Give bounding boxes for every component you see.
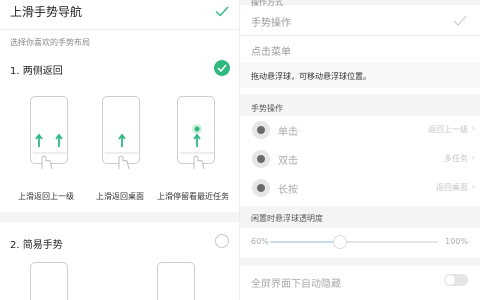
gesture-row-single-tap[interactable]: 单击 返回上一级 › — [240, 117, 480, 142]
selected-check-icon[interactable] — [214, 60, 230, 76]
section-band — [240, 258, 480, 266]
radio-icon — [252, 179, 270, 197]
gesture-value: 多任务 — [444, 154, 468, 163]
gesture-value: 返回桌面 — [436, 183, 468, 192]
gesture-label: 单击 — [278, 127, 298, 138]
slider-fill — [270, 241, 340, 243]
phone-illustration — [177, 96, 215, 170]
auto-hide-label: 全屏界面下自动隐藏 — [251, 279, 341, 290]
section-opacity: 闲置时悬浮球透明度 — [251, 214, 323, 223]
floating-ball-settings-pane: 操作方式 手势操作 点击菜单 拖动悬浮球，可移动悬浮球位置。 手势操作 单击 返… — [240, 0, 480, 300]
caption-back: 上滑返回上一级 — [18, 192, 74, 201]
section-gesture: 手势操作 — [251, 104, 283, 113]
chevron-right-icon: › — [471, 182, 475, 191]
option-two-side-back-label[interactable]: 1. 两侧返回 — [10, 62, 63, 77]
gesture-navigation-title: 上滑手势导航 — [10, 5, 83, 19]
checkmark-icon — [215, 6, 229, 17]
gesture-label: 双击 — [278, 156, 298, 167]
phone-illustration — [30, 262, 68, 300]
radio-icon — [252, 121, 270, 139]
opacity-slider[interactable] — [270, 235, 438, 249]
auto-hide-toggle[interactable] — [444, 274, 468, 286]
radio-icon — [252, 150, 270, 168]
toggle-knob — [445, 275, 455, 285]
gesture-row-double-tap[interactable]: 双击 多任务 › — [240, 146, 480, 171]
opacity-min-label: 60% — [251, 237, 269, 246]
layout-hint: 选择你喜欢的手势布局 — [10, 38, 90, 47]
divider — [240, 35, 480, 36]
divider — [0, 29, 240, 30]
gesture-navigation-row[interactable]: 上滑手势导航 — [0, 0, 240, 26]
tap-menu-option[interactable]: 点击菜单 — [251, 43, 291, 58]
section-band — [0, 212, 240, 222]
gesture-layout-pane: 上滑手势导航 选择你喜欢的手势布局 1. 两侧返回 上滑返回上一级 上滑返回桌面… — [0, 0, 240, 300]
caption-recents: 上滑停留看最近任务 — [157, 192, 229, 201]
opacity-max-label: 100% — [445, 237, 468, 246]
phone-illustration — [30, 96, 68, 170]
radio-unselected[interactable] — [215, 234, 229, 248]
chevron-right-icon: › — [471, 153, 475, 162]
gesture-operation-label: 手势操作 — [251, 18, 291, 29]
chevron-right-icon: › — [471, 124, 475, 133]
gesture-value: 返回上一级 — [428, 125, 468, 134]
option-simple-gesture-label[interactable]: 2. 简易手势 — [10, 236, 63, 251]
gesture-operation-row[interactable]: 手势操作 — [240, 9, 480, 33]
phone-illustration — [157, 262, 195, 300]
section-operation-mode: 操作方式 — [251, 0, 283, 7]
checkmark-icon — [453, 15, 467, 26]
gesture-label: 长按 — [278, 185, 298, 196]
gesture-row-long-press[interactable]: 长按 返回桌面 › — [240, 175, 480, 200]
phone-illustration — [102, 96, 140, 170]
drag-note: 拖动悬浮球，可移动悬浮球位置。 — [251, 72, 371, 81]
slider-thumb[interactable] — [333, 235, 347, 249]
caption-home: 上滑返回桌面 — [96, 192, 144, 201]
